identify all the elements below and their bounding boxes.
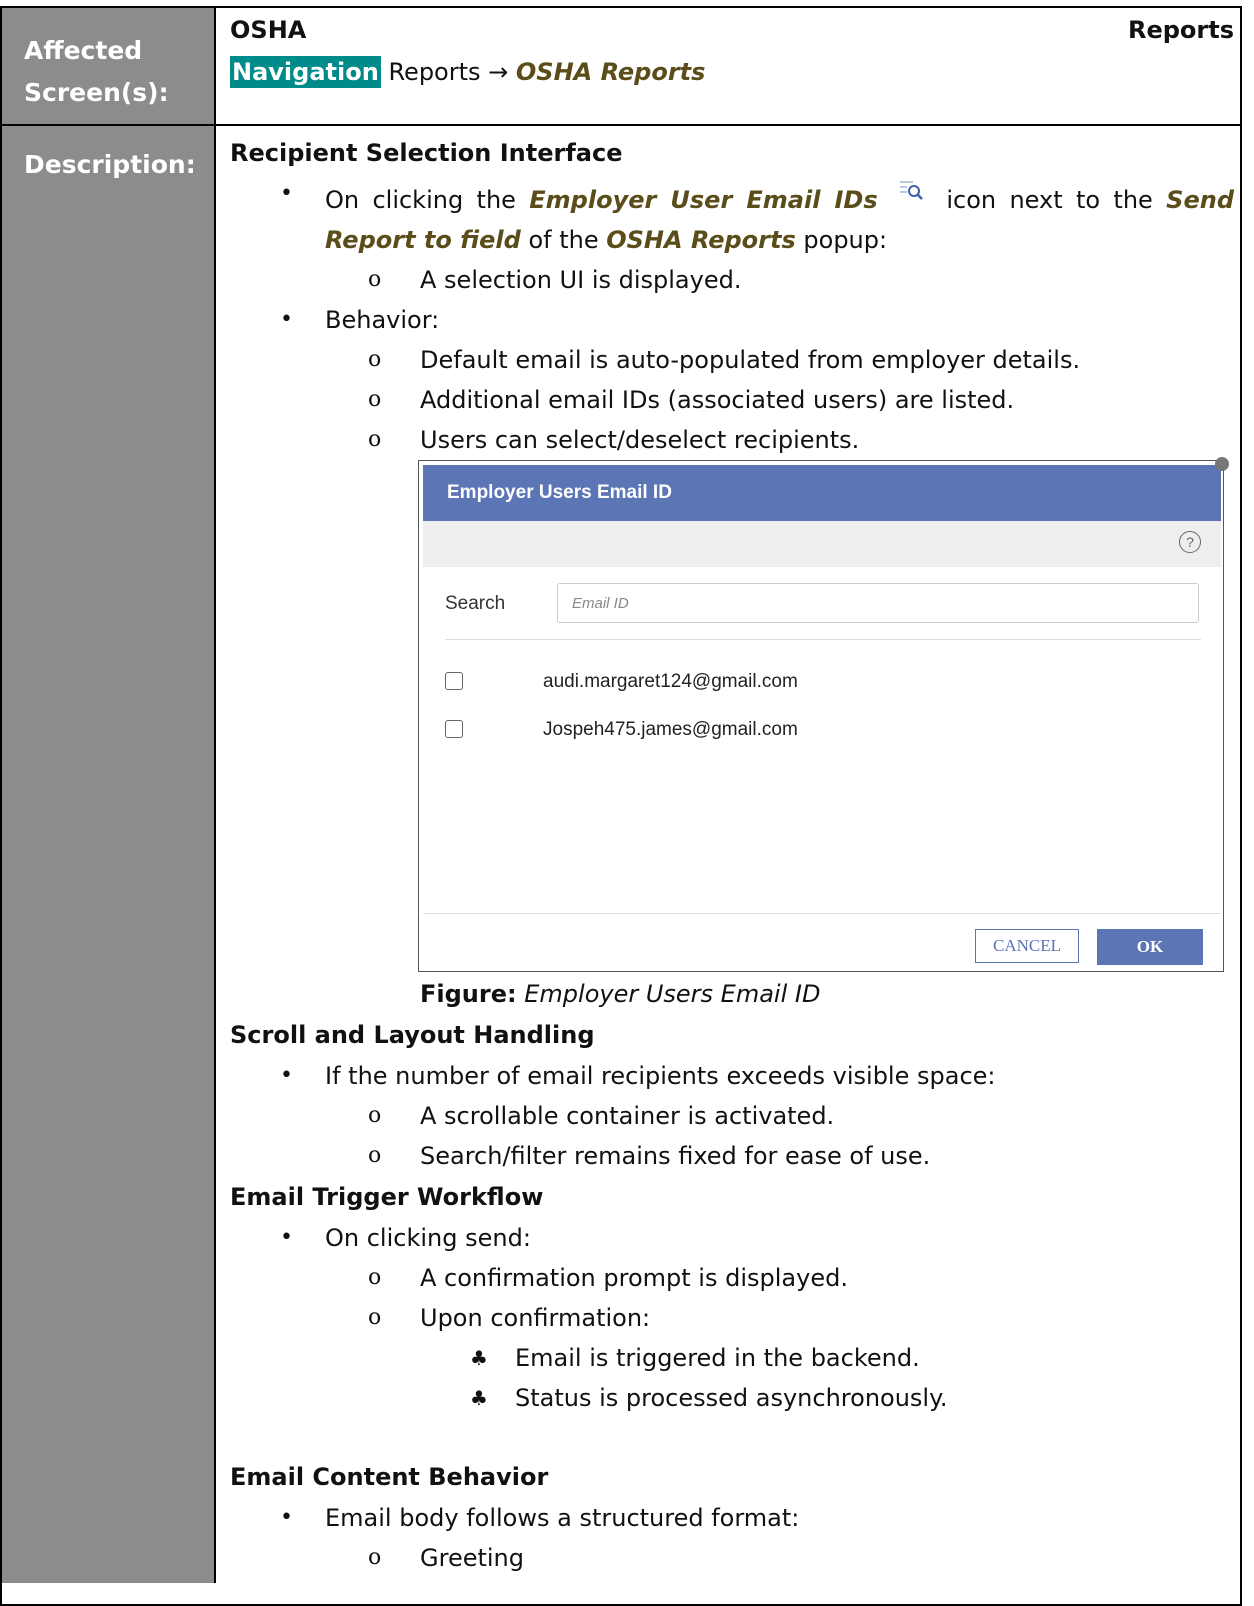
text: Behavior: xyxy=(325,306,440,334)
description-content: Recipient Selection Interface • On click… xyxy=(230,132,1234,1578)
section-heading: Email Content Behavior xyxy=(230,1463,549,1491)
list-item: o A confirmation prompt is displayed. xyxy=(230,1258,1234,1298)
figure-caption: Figure: Employer Users Email ID xyxy=(420,974,1234,1014)
list-item: • On clicking the Employer User Email ID… xyxy=(230,174,1234,260)
text: On clicking the xyxy=(325,186,516,214)
dialog-figure: Employer Users Email ID ? Search audi.ma… xyxy=(418,457,1229,974)
search-label: Search xyxy=(445,593,506,614)
email-address: Jospeh475.james@gmail.com xyxy=(543,719,798,740)
navigation-label: Navigation xyxy=(230,56,381,88)
screen-title: OSHA Reports xyxy=(230,16,1234,44)
search-list-icon xyxy=(899,174,925,214)
caption-title: Employer Users Email ID xyxy=(524,980,821,1008)
list-item: • Email body follows a structured format… xyxy=(230,1498,1234,1538)
list-item: o Greeting xyxy=(230,1538,1234,1578)
list-item: • On clicking send: xyxy=(230,1218,1234,1258)
sub-bullet-glyph: o xyxy=(368,267,382,292)
label-line: Affected xyxy=(24,36,143,65)
nav-path-target: OSHA Reports xyxy=(515,58,706,86)
text: If the number of email recipients exceed… xyxy=(325,1062,996,1090)
sub-bullet-glyph: o xyxy=(368,1305,382,1330)
bullet-glyph: • xyxy=(280,181,293,206)
spec-table: Affected Screen(s): Description: OSHA Re… xyxy=(0,6,1254,1606)
dialog-title: Employer Users Email ID xyxy=(423,465,1221,521)
text: of the xyxy=(528,226,599,254)
list-item: • Behavior: xyxy=(230,300,1234,340)
bullet-glyph: • xyxy=(280,1063,293,1088)
ok-button[interactable]: OK xyxy=(1097,929,1203,965)
text: Additional email IDs (associated users) … xyxy=(420,386,1015,414)
section-heading: Scroll and Layout Handling xyxy=(230,1021,595,1049)
row-divider xyxy=(0,124,1242,126)
emphasis: OSHA Reports xyxy=(606,226,796,254)
screen-title-right: Reports xyxy=(1127,16,1234,44)
sub-bullet-glyph: o xyxy=(368,1143,382,1168)
sub-bullet-glyph: o xyxy=(368,347,382,372)
sub-bullet-glyph: o xyxy=(368,1265,382,1290)
dialog-toolbar: ? xyxy=(423,521,1221,567)
bullet-glyph: • xyxy=(280,1505,293,1530)
email-checkbox[interactable] xyxy=(445,672,463,690)
help-icon[interactable]: ? xyxy=(1179,531,1201,553)
list-item: o Additional email IDs (associated users… xyxy=(230,380,1234,420)
club-bullet-icon: ♣ xyxy=(470,1386,488,1410)
column-divider xyxy=(214,6,216,1583)
email-address: audi.margaret124@gmail.com xyxy=(543,671,798,692)
text: A selection UI is displayed. xyxy=(420,266,742,294)
caption-prefix: Figure: xyxy=(420,980,517,1008)
list-item: ♣ Email is triggered in the backend. xyxy=(230,1338,1234,1378)
text: popup: xyxy=(803,226,888,254)
text: Users can select/deselect recipients. xyxy=(420,426,860,454)
text: A confirmation prompt is displayed. xyxy=(420,1264,848,1292)
text: On clicking send: xyxy=(325,1224,531,1252)
description-label: Description: xyxy=(24,150,196,179)
list-item: o Users can select/deselect recipients. xyxy=(230,420,1234,460)
label-line: Screen(s): xyxy=(24,78,169,107)
bullet-glyph: • xyxy=(280,307,293,332)
navigation-path: Navigation Reports → OSHA Reports xyxy=(230,56,706,88)
cancel-button[interactable]: CANCEL xyxy=(975,929,1079,963)
sub-bullet-glyph: o xyxy=(368,387,382,412)
employer-users-dialog: Employer Users Email ID ? Search audi.ma… xyxy=(418,457,1229,972)
text: Default email is auto-populated from emp… xyxy=(420,346,1081,374)
list-item: o Search/filter remains fixed for ease o… xyxy=(230,1136,1234,1176)
sub-bullet-glyph: o xyxy=(368,1545,382,1570)
club-bullet-icon: ♣ xyxy=(470,1346,488,1370)
list-item: • If the number of email recipients exce… xyxy=(230,1056,1234,1096)
sub-bullet-glyph: o xyxy=(368,1103,382,1128)
nav-path-text: Reports → xyxy=(388,58,509,86)
divider xyxy=(423,913,1221,914)
text: Email is triggered in the backend. xyxy=(515,1344,920,1372)
list-item: o A scrollable container is activated. xyxy=(230,1096,1234,1136)
list-item: o Default email is auto-populated from e… xyxy=(230,340,1234,380)
list-item: ♣ Status is processed asynchronously. xyxy=(230,1378,1234,1418)
text: icon next to the xyxy=(946,186,1153,214)
list-item: o A selection UI is displayed. xyxy=(230,260,1234,300)
section-heading: Recipient Selection Interface xyxy=(230,139,623,167)
affected-screens-label: Affected Screen(s): xyxy=(24,30,169,114)
sub-bullet-glyph: o xyxy=(368,427,382,452)
text: Greeting xyxy=(420,1544,524,1572)
search-input[interactable] xyxy=(557,583,1199,623)
divider xyxy=(445,639,1201,640)
list-item: o Upon confirmation: xyxy=(230,1298,1234,1338)
screen-title-left: OSHA xyxy=(230,16,307,44)
email-checkbox[interactable] xyxy=(445,720,463,738)
section-heading: Email Trigger Workflow xyxy=(230,1183,544,1211)
text: Status is processed asynchronously. xyxy=(515,1384,948,1412)
bullet-glyph: • xyxy=(280,1225,293,1250)
text: Email body follows a structured format: xyxy=(325,1504,800,1532)
text: Upon confirmation: xyxy=(420,1304,651,1332)
text: A scrollable container is activated. xyxy=(420,1102,835,1130)
close-icon[interactable] xyxy=(1215,457,1229,471)
emphasis: Employer User Email IDs xyxy=(529,186,878,214)
text: Search/filter remains fixed for ease of … xyxy=(420,1142,931,1170)
